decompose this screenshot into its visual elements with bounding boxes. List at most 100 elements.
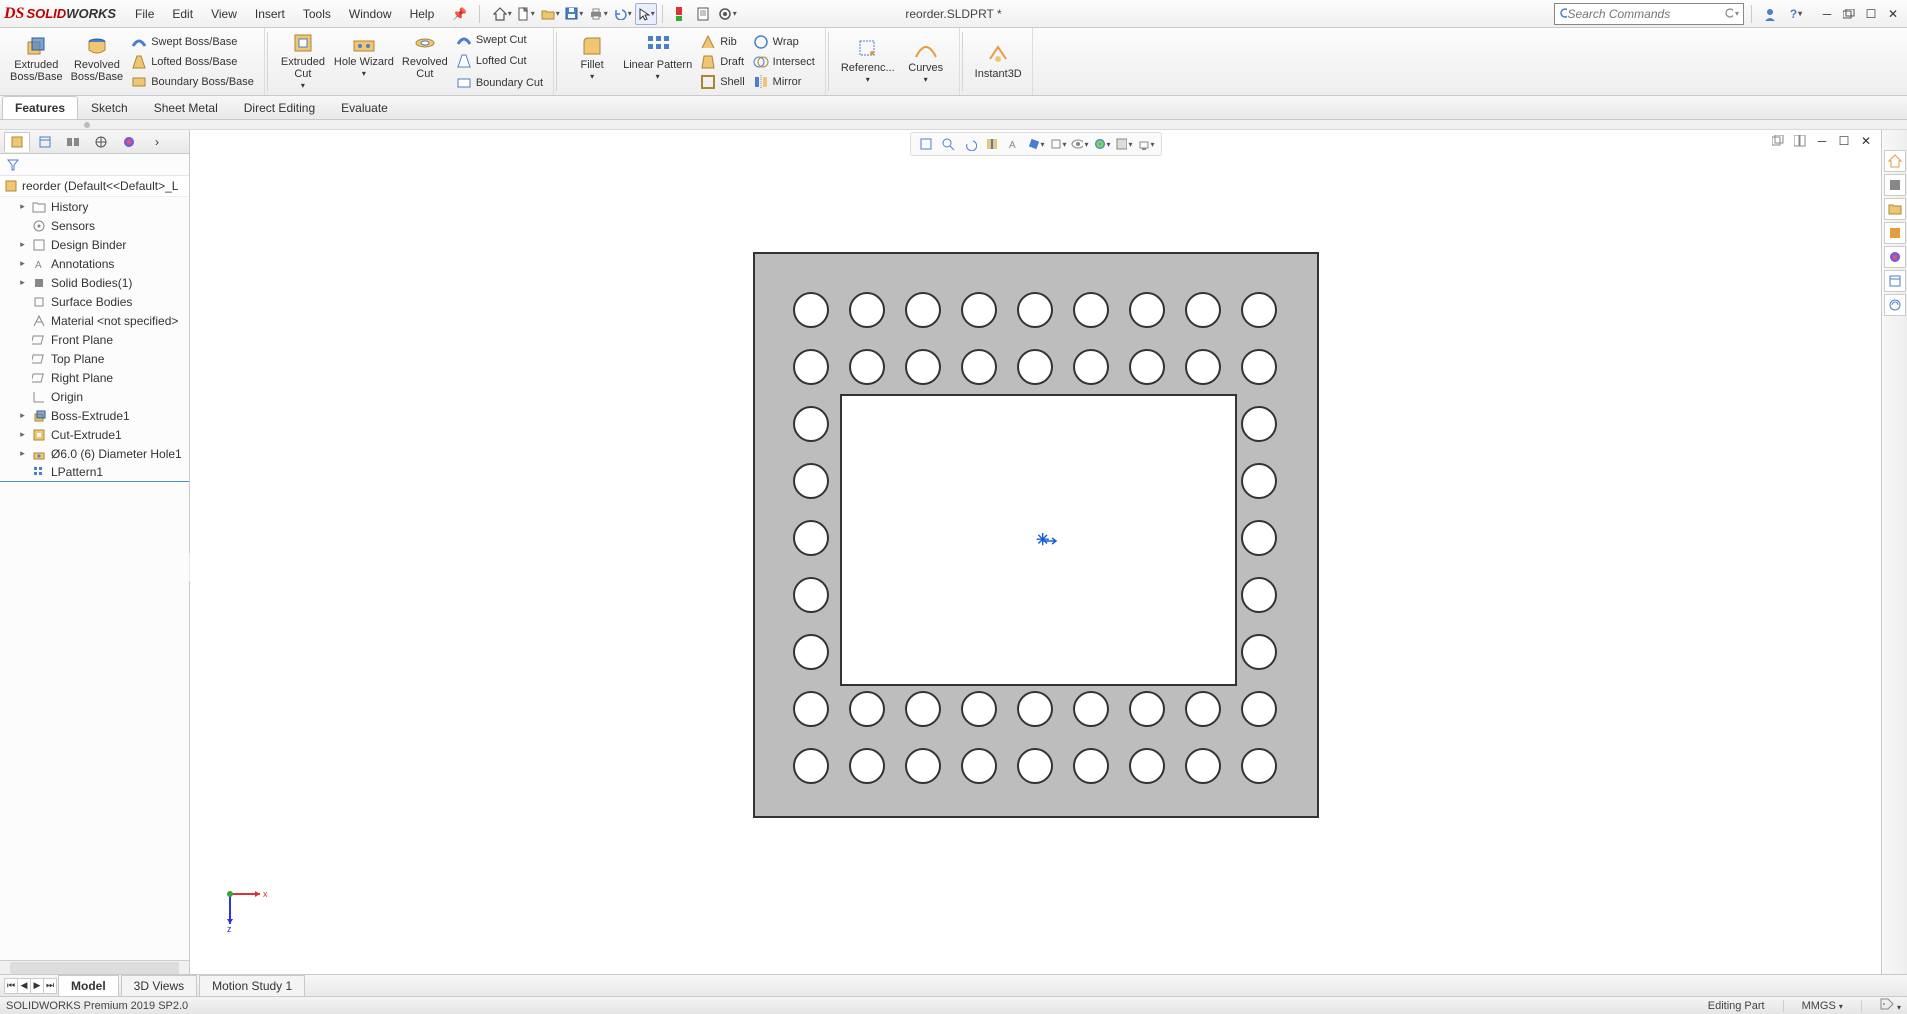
status-units[interactable]: MMGS ▾ [1802, 1000, 1843, 1012]
zoom-fit-icon[interactable] [917, 135, 935, 153]
open-button[interactable] [539, 3, 561, 25]
tree-item-origin[interactable]: Origin [0, 387, 189, 406]
task-pane-view-palette[interactable] [1884, 246, 1906, 268]
menu-window[interactable]: Window [340, 7, 401, 21]
undo-button[interactable] [611, 3, 633, 25]
graphics-area[interactable]: A ─ ☐ ✕ ✳ x z [190, 130, 1881, 974]
display-style-icon[interactable] [1049, 135, 1067, 153]
extruded-boss-button[interactable]: Extruded Boss/Base [6, 32, 67, 92]
edit-appearance-icon[interactable] [1093, 135, 1111, 153]
tab-evaluate[interactable]: Evaluate [328, 96, 401, 119]
task-pane-design-library[interactable] [1884, 198, 1906, 220]
menu-help[interactable]: Help [401, 7, 444, 21]
tree-item-sensors[interactable]: Sensors [0, 216, 189, 235]
login-button[interactable] [1759, 3, 1781, 25]
draft-button[interactable]: Draft [700, 52, 744, 72]
status-tags-icon[interactable]: ▾ [1880, 998, 1901, 1013]
tab-sketch[interactable]: Sketch [78, 96, 141, 119]
tab-property-manager[interactable] [32, 132, 58, 152]
search-input[interactable] [1567, 7, 1724, 21]
menu-tools[interactable]: Tools [294, 7, 340, 21]
task-pane-resources[interactable] [1884, 174, 1906, 196]
fillet-button[interactable]: Fillet ▾ [565, 32, 619, 92]
view-settings-icon[interactable] [1137, 135, 1155, 153]
task-pane-home[interactable] [1884, 150, 1906, 172]
menu-pin-icon[interactable]: 📌 [443, 7, 476, 21]
tree-item-history[interactable]: ▸History [0, 197, 189, 216]
tree-item-cut-extrude[interactable]: ▸Cut-Extrude1 [0, 425, 189, 444]
rib-button[interactable]: Rib [700, 32, 744, 52]
intersect-button[interactable]: Intersect [753, 52, 815, 72]
rebuild-button[interactable] [668, 3, 690, 25]
btab-model[interactable]: Model [58, 975, 119, 996]
close-button[interactable]: ✕ [1883, 5, 1903, 23]
doc-cascade-icon[interactable] [1769, 132, 1787, 150]
search-commands[interactable]: ▾ [1554, 3, 1744, 25]
btab-3d-views[interactable]: 3D Views [121, 975, 197, 996]
tree-item-lpattern[interactable]: LPattern1 [0, 463, 189, 482]
apply-scene-icon[interactable] [1115, 135, 1133, 153]
boundary-boss-button[interactable]: Boundary Boss/Base [131, 72, 254, 92]
menu-insert[interactable]: Insert [246, 7, 294, 21]
tree-item-front-plane[interactable]: Front Plane [0, 330, 189, 349]
maximize-button[interactable]: ☐ [1861, 5, 1881, 23]
task-pane-appearances[interactable] [1884, 270, 1906, 292]
linear-pattern-button[interactable]: Linear Pattern ▾ [619, 32, 696, 92]
save-button[interactable] [563, 3, 585, 25]
reference-geometry-button[interactable]: Referenc... ▾ [837, 35, 899, 88]
tab-dimxpert-manager[interactable] [88, 132, 114, 152]
tab-configuration-manager[interactable] [60, 132, 86, 152]
shell-button[interactable]: Shell [700, 72, 744, 92]
options-button[interactable] [716, 3, 738, 25]
swept-boss-button[interactable]: Swept Boss/Base [131, 32, 254, 52]
dynamic-annotation-icon[interactable]: A [1005, 135, 1023, 153]
select-button[interactable] [635, 3, 657, 25]
tree-item-boss-extrude[interactable]: ▸Boss-Extrude1 [0, 406, 189, 425]
mirror-button[interactable]: Mirror [753, 72, 815, 92]
help-button[interactable]: ? [1785, 3, 1807, 25]
doc-tile-icon[interactable] [1791, 132, 1809, 150]
minimize-button[interactable]: ─ [1817, 5, 1837, 23]
nav-prev[interactable]: ◀ [17, 978, 31, 994]
tab-features[interactable]: Features [2, 96, 78, 119]
menu-edit[interactable]: Edit [163, 7, 202, 21]
doc-close-button[interactable]: ✕ [1857, 132, 1875, 150]
curves-button[interactable]: Curves ▾ [899, 35, 953, 88]
revolved-boss-button[interactable]: Revolved Boss/Base [67, 32, 128, 92]
tab-direct-editing[interactable]: Direct Editing [231, 96, 328, 119]
doc-minimize-button[interactable]: ─ [1813, 132, 1831, 150]
view-orientation-icon[interactable] [1027, 135, 1045, 153]
instant3d-button[interactable]: Instant3D [971, 41, 1026, 82]
swept-cut-button[interactable]: Swept Cut [456, 30, 543, 50]
tree-item-top-plane[interactable]: Top Plane [0, 349, 189, 368]
lofted-cut-button[interactable]: Lofted Cut [456, 51, 543, 71]
extruded-cut-button[interactable]: Extruded Cut ▾ [276, 29, 330, 94]
restore-button[interactable] [1839, 5, 1859, 23]
tree-item-design-binder[interactable]: ▸Design Binder [0, 235, 189, 254]
tab-display-manager[interactable] [116, 132, 142, 152]
tab-overflow[interactable]: › [144, 132, 170, 152]
tree-root[interactable]: reorder (Default<<Default>_L [0, 176, 189, 197]
tab-feature-tree[interactable] [4, 132, 30, 152]
menu-file[interactable]: File [126, 7, 163, 21]
section-view-icon[interactable] [983, 135, 1001, 153]
boundary-cut-button[interactable]: Boundary Cut [456, 73, 543, 93]
btab-motion-study[interactable]: Motion Study 1 [199, 975, 305, 996]
tree-item-surface-bodies[interactable]: Surface Bodies [0, 292, 189, 311]
doc-maximize-button[interactable]: ☐ [1835, 132, 1853, 150]
revolved-cut-button[interactable]: Revolved Cut [398, 29, 452, 94]
print-button[interactable] [587, 3, 609, 25]
nav-last[interactable]: ⏭ [43, 978, 57, 994]
zoom-area-icon[interactable] [939, 135, 957, 153]
file-properties-button[interactable] [692, 3, 714, 25]
home-button[interactable] [491, 3, 513, 25]
tree-item-right-plane[interactable]: Right Plane [0, 368, 189, 387]
panel-hscroll[interactable] [0, 960, 189, 974]
search-go-icon[interactable] [1724, 7, 1732, 21]
tree-filter[interactable] [0, 154, 189, 176]
hide-show-icon[interactable] [1071, 135, 1089, 153]
new-button[interactable] [515, 3, 537, 25]
menu-view[interactable]: View [202, 7, 246, 21]
hole-wizard-button[interactable]: Hole Wizard ▾ [330, 29, 398, 94]
lofted-boss-button[interactable]: Lofted Boss/Base [131, 52, 254, 72]
